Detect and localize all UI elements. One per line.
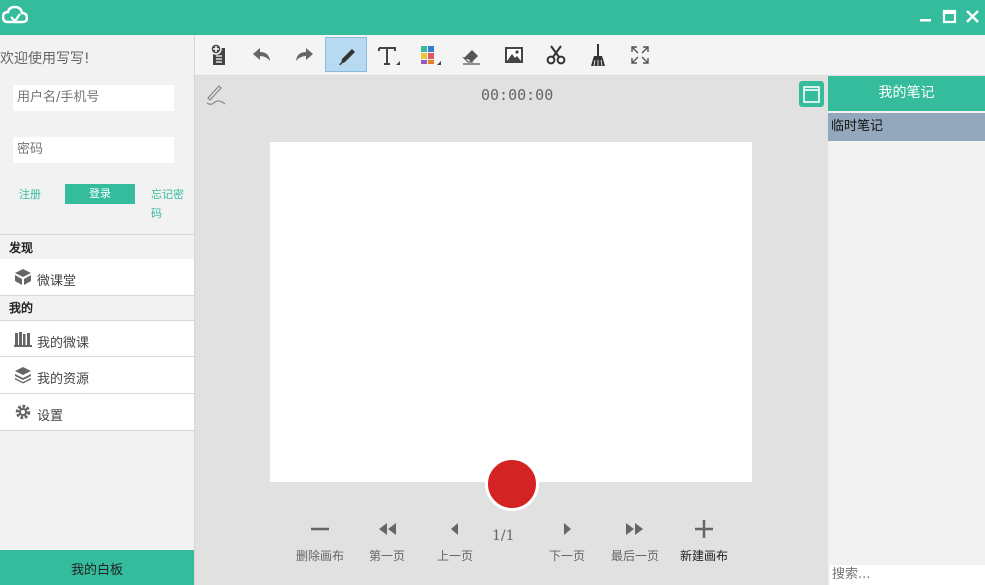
new-page-button[interactable] xyxy=(199,37,241,72)
note-icon xyxy=(803,86,820,103)
whiteboard-canvas[interactable] xyxy=(270,142,752,482)
close-icon[interactable] xyxy=(962,6,984,28)
broom-icon xyxy=(591,44,605,67)
next-page-button[interactable]: 下一页 xyxy=(531,517,603,567)
delete-canvas-button[interactable]: 删除画布 xyxy=(284,517,356,567)
redo-button[interactable] xyxy=(283,37,325,72)
plus-icon xyxy=(695,520,713,538)
nav-item-label: 设置 xyxy=(37,409,64,424)
nav-item-settings[interactable]: 设置 xyxy=(0,394,194,431)
eraser-icon xyxy=(462,50,480,65)
nav-item-my-resources[interactable]: 我的资源 xyxy=(0,357,194,394)
control-label: 第一页 xyxy=(368,549,405,563)
section-mine: 我的 xyxy=(9,301,34,315)
scissors-icon xyxy=(546,45,566,65)
cloud-logo-icon xyxy=(2,5,28,24)
nav-item-label: 微课堂 xyxy=(37,274,77,289)
minimize-icon[interactable] xyxy=(915,6,937,28)
control-label: 最后一页 xyxy=(610,549,659,563)
bookshelf-icon xyxy=(14,332,32,347)
gear-icon xyxy=(15,404,31,420)
nav-item-label: 我的资源 xyxy=(37,372,90,387)
layers-icon xyxy=(15,367,31,384)
fullscreen-icon xyxy=(631,46,649,64)
control-label: 删除画布 xyxy=(295,549,344,563)
undo-icon xyxy=(253,48,270,61)
control-label: 上一页 xyxy=(436,549,473,563)
pen-tool-button[interactable] xyxy=(325,37,367,72)
scissors-tool-button[interactable] xyxy=(535,37,577,72)
login-button[interactable]: 登录 xyxy=(65,184,135,204)
page-indicator: 1/1 xyxy=(492,528,515,544)
color-icon xyxy=(421,46,441,65)
text-icon xyxy=(378,47,400,65)
section-discover: 发现 xyxy=(0,234,194,258)
canvas-area: 00:00:00 删除画布 第一页 上一页 1/1 下一页 最后一页 新建画布 xyxy=(195,76,828,585)
box-icon xyxy=(15,269,31,285)
notes-search-input[interactable] xyxy=(830,565,985,585)
eraser-tool-button[interactable] xyxy=(451,37,493,72)
note-item-temp[interactable]: 临时笔记 xyxy=(828,113,985,141)
title-bar xyxy=(0,0,985,35)
nav-item-my-micro-class[interactable]: 我的微课 xyxy=(0,320,194,357)
fullscreen-button[interactable] xyxy=(619,37,661,72)
my-whiteboard-button[interactable]: 我的白板 xyxy=(0,550,194,585)
image-icon xyxy=(505,47,523,63)
text-tool-button[interactable] xyxy=(367,37,409,72)
rewind-icon xyxy=(379,523,396,535)
toggle-notes-button[interactable] xyxy=(799,81,824,107)
register-link[interactable]: 注册 xyxy=(19,185,41,204)
sidebar: 欢迎使用写写! 注册 登录 忘记密码 发现 微课堂 我的 我的微课 我的资源 设… xyxy=(0,35,195,585)
redo-icon xyxy=(296,48,313,61)
clear-tool-button[interactable] xyxy=(577,37,619,72)
record-button[interactable] xyxy=(485,457,539,511)
notes-title: 我的笔记 xyxy=(828,76,985,111)
pen-icon xyxy=(339,49,355,66)
nav-item-micro-class[interactable]: 微课堂 xyxy=(0,259,194,296)
new-canvas-button[interactable]: 新建画布 xyxy=(668,517,740,567)
toolbar xyxy=(195,35,985,76)
first-page-button[interactable]: 第一页 xyxy=(351,517,423,567)
image-tool-button[interactable] xyxy=(493,37,535,72)
last-page-button[interactable]: 最后一页 xyxy=(599,517,671,567)
prev-icon xyxy=(451,523,458,535)
welcome-text: 欢迎使用写写! xyxy=(0,51,90,67)
maximize-icon[interactable] xyxy=(939,6,961,28)
undo-button[interactable] xyxy=(241,37,283,72)
pen-preview-icon[interactable] xyxy=(203,82,229,108)
fast-forward-icon xyxy=(626,523,643,535)
notes-panel: 我的笔记 临时笔记 xyxy=(828,76,985,585)
next-icon xyxy=(564,523,571,535)
control-label: 新建画布 xyxy=(679,549,728,563)
prev-page-button[interactable]: 上一页 xyxy=(419,517,491,567)
control-label: 下一页 xyxy=(548,549,585,563)
color-tool-button[interactable] xyxy=(409,37,451,72)
recording-timer: 00:00:00 xyxy=(481,86,554,104)
minus-icon xyxy=(311,527,329,531)
username-input[interactable] xyxy=(13,85,174,111)
forgot-password-link[interactable]: 忘记密码 xyxy=(151,185,194,220)
nav-item-label: 我的微课 xyxy=(37,336,90,351)
password-input[interactable] xyxy=(13,137,174,163)
new-page-icon xyxy=(210,43,225,65)
